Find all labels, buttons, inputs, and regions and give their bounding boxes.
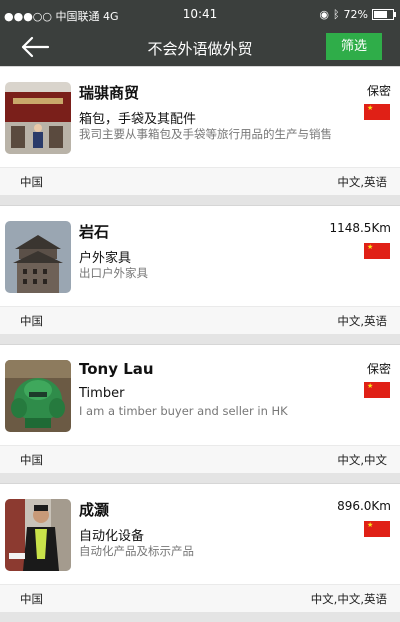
- item-category: 箱包，手袋及其配件: [79, 112, 197, 127]
- item-languages: 中文,英语: [337, 175, 387, 189]
- status-bar: ●●●○○ 中国联通 4G 10:41 ◉ ᛒ 72%: [0, 0, 400, 29]
- item-category: 自动化设备: [79, 529, 145, 544]
- item-name: Tony Lau: [79, 360, 154, 378]
- avatar: [5, 221, 71, 293]
- battery-level-fill: [374, 11, 387, 18]
- item-country: 中国: [20, 175, 43, 189]
- person-photo: [5, 499, 71, 571]
- item-name: 成灏: [79, 501, 110, 519]
- item-country: 中国: [20, 453, 43, 467]
- location-icon: ◉: [319, 8, 329, 21]
- avatar: [5, 360, 71, 432]
- nav-bar: 不会外语做外贸 筛选: [0, 29, 400, 66]
- item-distance: 896.0Km: [337, 499, 391, 513]
- battery-percent: 72%: [343, 8, 368, 21]
- china-flag-icon: ★: [364, 382, 390, 398]
- avatar: [5, 499, 71, 571]
- china-flag-icon: ★: [364, 104, 390, 120]
- item-country: 中国: [20, 592, 43, 606]
- item-languages: 中文,中文,英语: [310, 592, 387, 606]
- item-description: 出口户外家具: [79, 266, 148, 280]
- avatar: [5, 82, 71, 154]
- item-distance: 1148.5Km: [329, 221, 391, 235]
- item-name: 岩石: [79, 223, 110, 241]
- item-category: 户外家具: [79, 251, 132, 266]
- item-languages: 中文,中文: [337, 453, 387, 467]
- robot-toy-photo: [5, 360, 71, 432]
- supplier-list: 瑞骐商贸 箱包，手袋及其配件 我司主要从事箱包及手袋等旅行用品的生产与销售 保密…: [0, 66, 400, 622]
- item-country: 中国: [20, 314, 43, 328]
- item-name: 瑞骐商贸: [79, 84, 140, 102]
- list-item[interactable]: Tony Lau Timber I am a timber buyer and …: [0, 344, 400, 473]
- list-item[interactable]: 岩石 户外家具 出口户外家具 1148.5Km ★ 中国 中文,英语: [0, 205, 400, 334]
- list-item[interactable]: 瑞骐商贸 箱包，手袋及其配件 我司主要从事箱包及手袋等旅行用品的生产与销售 保密…: [0, 66, 400, 195]
- china-flag-icon: ★: [364, 521, 390, 537]
- item-distance: 保密: [366, 84, 391, 98]
- filter-button[interactable]: 筛选: [326, 33, 382, 60]
- bluetooth-icon: ᛒ: [332, 8, 340, 21]
- battery-icon: [372, 9, 396, 20]
- item-distance: 保密: [366, 362, 391, 376]
- item-languages: 中文,英语: [337, 314, 387, 328]
- item-description: 自动化产品及标示产品: [79, 544, 194, 558]
- item-description: I am a timber buyer and seller in HK: [79, 404, 288, 418]
- china-flag-icon: ★: [364, 243, 390, 259]
- back-arrow-icon[interactable]: [20, 36, 50, 58]
- item-category: Timber: [79, 386, 125, 401]
- status-right: ◉ ᛒ 72%: [319, 8, 396, 21]
- item-description: 我司主要从事箱包及手袋等旅行用品的生产与销售: [79, 127, 332, 141]
- list-item[interactable]: 成灏 自动化设备 自动化产品及标示产品 896.0Km ★ 中国 中文,中文,英…: [0, 483, 400, 612]
- storefront-photo: [5, 82, 71, 154]
- tower-photo: [5, 221, 71, 293]
